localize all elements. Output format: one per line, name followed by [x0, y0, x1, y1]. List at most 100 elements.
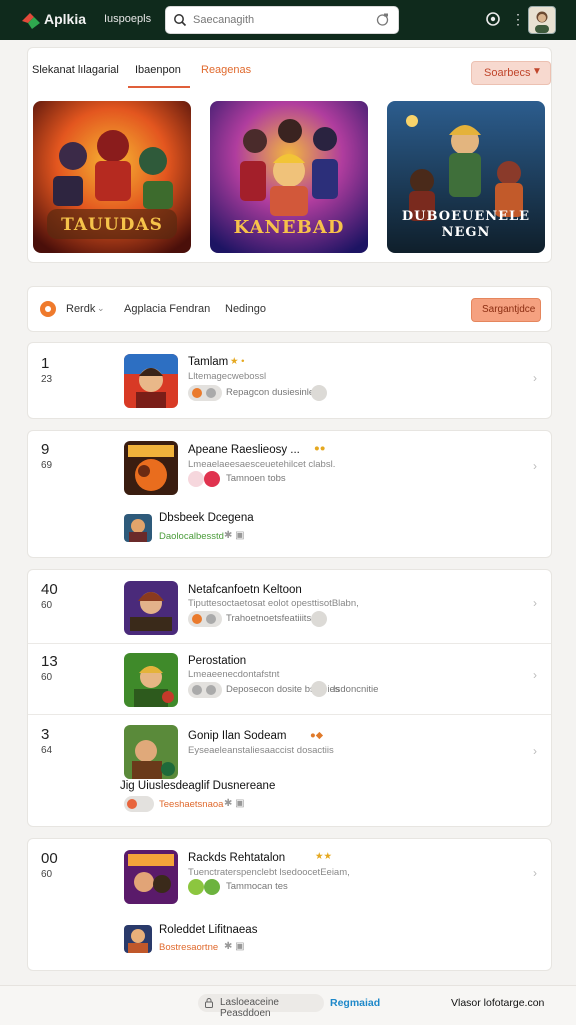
search-bar[interactable]: Saecanagith: [165, 6, 399, 34]
tab-reagenas[interactable]: Reagenas: [201, 64, 251, 76]
filter-action-label: Sargantjdce: [482, 304, 536, 315]
logo-icon[interactable]: [20, 9, 42, 31]
list-group: 9 69 Apeane Raeslieosy ... ●● Lmeaelaees…: [27, 430, 552, 558]
game-description: Eyseaeleanstaliesaaccist dosactiis: [188, 745, 334, 756]
chevron-right-icon[interactable]: ›: [533, 668, 537, 682]
game-description: Tuenctraterspenclebt lsedoocetEeiam,: [188, 867, 350, 878]
game-description: Lmeaelaeesaesceuetehilcet clabsl.: [188, 459, 336, 470]
tab-ibaenpon[interactable]: Ibaenpon: [135, 64, 181, 76]
footer-site[interactable]: Vlasor lofotarge.con: [451, 997, 544, 1009]
tag-chip: [188, 611, 222, 627]
game-description: Tiputtesoctaetosat eolot opesttisotBlabn…: [188, 598, 359, 609]
game-meta: Trahoetnoetsfeatiiits: [226, 613, 312, 624]
filter-action-button[interactable]: Sargantjdce: [471, 298, 541, 322]
game-thumbnail: [124, 354, 178, 408]
rank-number: 3: [41, 726, 50, 743]
heart-icon[interactable]: [204, 879, 220, 895]
rank-sub: 60: [41, 600, 53, 611]
rank-number: 13: [41, 653, 58, 670]
kebab-icon[interactable]: ⋮: [511, 10, 525, 28]
tab-slekanat[interactable]: Slekanat lılagarial: [32, 64, 119, 76]
refresh-icon[interactable]: [375, 12, 390, 27]
avatar[interactable]: [528, 6, 556, 34]
game-meta: Tammocan tes: [226, 881, 288, 892]
filter-option-2[interactable]: Nedingo: [225, 303, 266, 315]
rank-number: 00: [41, 850, 58, 867]
star-icon: ●◆: [310, 730, 324, 741]
game-title[interactable]: Netafcanfoetn Keltoon: [188, 584, 302, 596]
filter-option-1[interactable]: Agplacia Fendran: [124, 303, 210, 315]
filter-dropdown[interactable]: Rerdk: [66, 303, 95, 315]
footer-pill[interactable]: Lasloeaceine Peasddoen: [198, 994, 324, 1019]
featured-game-1[interactable]: TAUUDAS: [33, 101, 191, 253]
footer-link[interactable]: Regmaiad: [330, 997, 380, 1009]
star-icon: ★★: [315, 851, 333, 862]
game-title[interactable]: Perostation: [188, 655, 246, 667]
lock-icon: [205, 998, 213, 1008]
game-description: Lmeaeenecdontafstnt: [188, 669, 280, 680]
chevron-right-icon[interactable]: ›: [533, 866, 537, 880]
featured-title-1: TAUUDAS: [61, 215, 163, 235]
search-icon: [174, 14, 187, 27]
game-meta: Tamnoen tobs: [226, 473, 286, 484]
game-description: Lltemagecwebossl: [188, 371, 267, 382]
chevron-down-icon: ▼: [532, 66, 542, 77]
chevron-right-icon[interactable]: ›: [533, 744, 537, 758]
game-thumbnail: [124, 925, 152, 953]
chevron-down-icon: ⌄: [97, 303, 105, 313]
game-title[interactable]: Apeane Raeslieosy ...: [188, 444, 300, 456]
divider: [28, 643, 551, 644]
settings-icon[interactable]: [484, 10, 502, 28]
game-title[interactable]: Tamlam: [188, 356, 228, 368]
featured-game-3[interactable]: DUBOEUENELE NEGN: [387, 101, 545, 253]
badge-icon: [311, 611, 327, 627]
tag-icons: ✱ ▣: [224, 941, 245, 952]
featured-game-2[interactable]: KANEBAD: [210, 101, 368, 253]
game-thumbnail: [124, 441, 178, 495]
sort-button[interactable]: Soarbecs ▼: [471, 61, 551, 85]
active-tab-indicator: [128, 86, 190, 88]
badge-icon: [311, 385, 327, 401]
game-title[interactable]: Jig Uiuslesdeaglif Dusnereane: [120, 780, 275, 792]
star-icon: ●●: [314, 443, 326, 454]
game-meta-secondary: Isdoncnitie: [333, 684, 379, 695]
game-meta: Bostresaortne: [159, 942, 219, 953]
game-title[interactable]: Rackds Rehtatalon: [188, 852, 285, 864]
list-group: 40 60 Netafcanfoetn Keltoon Tiputtesocta…: [27, 569, 552, 827]
footer-pill-label: Lasloeaceine Peasddoen: [220, 997, 279, 1019]
chevron-right-icon[interactable]: ›: [533, 371, 537, 385]
game-title[interactable]: Gonip Ilan Sodeam: [188, 730, 286, 742]
rank-number: 1: [41, 355, 50, 372]
rank-number: 40: [41, 581, 58, 598]
game-thumbnail: [124, 850, 178, 904]
rank-sub: 60: [41, 672, 53, 683]
brand-name[interactable]: Aplkia: [44, 11, 86, 27]
tag-chip: [188, 682, 222, 698]
chevron-right-icon[interactable]: ›: [533, 596, 537, 610]
game-thumbnail: [124, 725, 178, 779]
game-meta: Daolocalbesstd: [159, 531, 224, 542]
rank-sub: 64: [41, 745, 53, 756]
heart-icon[interactable]: [188, 471, 204, 487]
featured-title-2: KANEBAD: [233, 217, 345, 238]
tag-icons: ✱ ▣: [224, 530, 245, 541]
game-meta: Repagcon dusiesinles: [226, 387, 319, 398]
filter-icon[interactable]: [40, 301, 56, 317]
heart-icon[interactable]: [204, 471, 220, 487]
list-group: 00 60 Rackds Rehtatalon ★★ Tuenctratersp…: [27, 838, 552, 971]
tag-icons: ✱ ▣: [224, 798, 245, 809]
list-item[interactable]: 1 23 Tamlam ★ • Lltemagecwebossl Repagco…: [27, 342, 552, 419]
sort-button-label: Soarbecs: [484, 67, 531, 79]
filter-bar: Rerdk ⌄ Agplacia Fendran Nedingo Sargant…: [27, 286, 552, 332]
chevron-right-icon[interactable]: ›: [533, 459, 537, 473]
tag-chip: [188, 385, 222, 401]
divider: [28, 714, 551, 715]
game-title[interactable]: Roleddet Lifitnaeas: [159, 924, 257, 936]
featured-title-3: DUBOEUENELE NEGN: [401, 209, 531, 240]
game-title[interactable]: Dbsbeek Dcegena: [159, 512, 254, 524]
rank-number: 9: [41, 441, 50, 458]
toggle-chip[interactable]: [124, 796, 154, 812]
heart-icon[interactable]: [188, 879, 204, 895]
search-input[interactable]: Saecanagith: [193, 14, 254, 26]
nav-link[interactable]: Iuspoepls: [104, 13, 151, 25]
